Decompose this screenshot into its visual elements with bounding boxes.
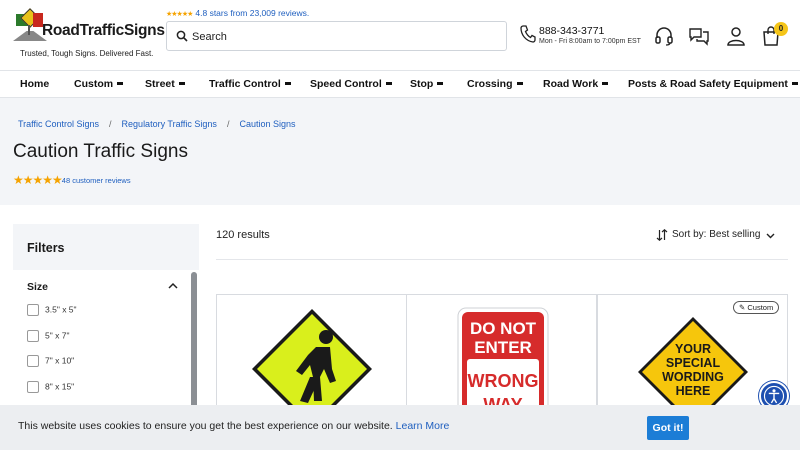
dropdown-icon	[385, 81, 392, 85]
user-icon[interactable]	[725, 25, 747, 47]
dropdown-icon	[284, 81, 291, 85]
phone-number[interactable]: 888-343-3771	[539, 25, 604, 37]
size-option[interactable]: 5" x 7"	[27, 330, 69, 342]
chevron-up-icon[interactable]	[168, 282, 178, 290]
custom-badge: ✎ Custom	[733, 301, 780, 314]
dropdown-icon	[602, 81, 609, 85]
size-filter-heading[interactable]: Size	[27, 281, 48, 293]
site-rating[interactable]: ★★★★★ 4.8 stars from 23,009 reviews.	[166, 8, 309, 18]
sign-text-wrong: WRONG	[468, 371, 539, 391]
category-hero: Traffic Control Signs / Regulatory Traffic…	[0, 98, 800, 205]
sign-text-line: WORDING	[662, 370, 724, 384]
dropdown-icon	[178, 81, 185, 85]
breadcrumb-link-regulatory[interactable]: Regulatory Traffic Signs	[122, 119, 217, 129]
size-checkbox[interactable]	[27, 304, 39, 316]
nav-item-home[interactable]: Home	[20, 78, 49, 90]
search-input[interactable]	[192, 27, 492, 47]
phone-hours: Mon - Fri 8:00am to 7:00pm EST	[539, 38, 641, 45]
category-reviews-link[interactable]: 48 customer reviews	[62, 176, 131, 185]
filters-header: Filters	[13, 224, 199, 270]
sign-text-line: YOUR	[675, 342, 711, 356]
nav-item-speed-control[interactable]: Speed Control	[310, 78, 392, 90]
chat-icon[interactable]	[688, 25, 710, 47]
size-checkbox[interactable]	[27, 355, 39, 367]
sort-dropdown[interactable]: Sort by: Best selling	[672, 229, 760, 240]
size-checkbox[interactable]	[27, 381, 39, 393]
size-option[interactable]: 8" x 15"	[27, 381, 74, 393]
sort-icon[interactable]	[656, 229, 668, 241]
dropdown-icon	[437, 81, 444, 85]
edit-icon: ✎	[739, 303, 746, 312]
dropdown-icon	[117, 81, 124, 85]
breadcrumb-separator: /	[109, 119, 112, 129]
category-rating[interactable]: ★★★★★48 customer reviews	[13, 173, 131, 187]
brand-tagline: Trusted, Tough Signs. Delivered Fast.	[20, 49, 154, 58]
chevron-down-icon[interactable]	[766, 232, 775, 239]
nav-item-crossing[interactable]: Crossing	[467, 78, 523, 90]
learn-more-link[interactable]: Learn More	[396, 420, 450, 432]
category-rating-stars: ★★★★★	[13, 173, 63, 187]
cookie-banner: This website uses cookies to ensure you …	[0, 405, 800, 450]
phone-icon	[520, 25, 536, 43]
brand-name: RoadTrafficSigns	[42, 22, 165, 39]
headset-icon[interactable]	[653, 25, 675, 47]
dropdown-icon	[791, 81, 798, 85]
results-count: 120 results	[216, 229, 270, 241]
main-nav: Home Custom Street Traffic Control Speed…	[0, 70, 800, 98]
nav-item-stop[interactable]: Stop	[410, 78, 444, 90]
breadcrumb-link-traffic-control[interactable]: Traffic Control Signs	[18, 119, 99, 129]
filters-scrollbar-thumb[interactable]	[191, 272, 197, 422]
size-option[interactable]: 7" x 10"	[27, 355, 74, 367]
logo-pole-icon	[28, 25, 30, 35]
page-title: Caution Traffic Signs	[13, 141, 188, 162]
breadcrumb-link-caution[interactable]: Caution Signs	[239, 119, 295, 129]
search-box[interactable]	[166, 21, 507, 51]
cookie-message: This website uses cookies to ensure you …	[18, 420, 450, 432]
size-option[interactable]: 3.5" x 5"	[27, 304, 77, 316]
nav-item-posts-road-safety[interactable]: Posts & Road Safety Equipment	[628, 78, 798, 90]
size-checkbox[interactable]	[27, 330, 39, 342]
breadcrumb-separator: /	[226, 119, 230, 129]
sign-text-do-not: DO NOT	[470, 319, 537, 338]
sign-text-line: HERE	[676, 384, 711, 398]
filters-title: Filters	[27, 241, 65, 255]
search-icon[interactable]	[176, 30, 188, 42]
site-rating-stars: ★★★★★	[166, 11, 193, 18]
cart-count-badge: 0	[774, 22, 788, 36]
dropdown-icon	[516, 81, 523, 85]
breadcrumb: Traffic Control Signs / Regulatory Traffic…	[18, 119, 296, 129]
nav-item-street[interactable]: Street	[145, 78, 185, 90]
cookie-accept-button[interactable]: Got it!	[647, 416, 689, 440]
brand-logo[interactable]: RoadTrafficSigns Trusted, Tough Signs. D…	[13, 8, 165, 63]
sign-text-line: SPECIAL	[666, 356, 721, 370]
header: RoadTrafficSigns Trusted, Tough Signs. D…	[0, 0, 800, 70]
nav-item-road-work[interactable]: Road Work	[543, 78, 609, 90]
sign-text-enter: ENTER	[474, 338, 532, 357]
results-divider	[216, 259, 788, 260]
site-rating-text: 4.8 stars from 23,009 reviews.	[195, 8, 310, 18]
nav-item-traffic-control[interactable]: Traffic Control	[209, 78, 291, 90]
nav-item-custom[interactable]: Custom	[74, 78, 124, 90]
